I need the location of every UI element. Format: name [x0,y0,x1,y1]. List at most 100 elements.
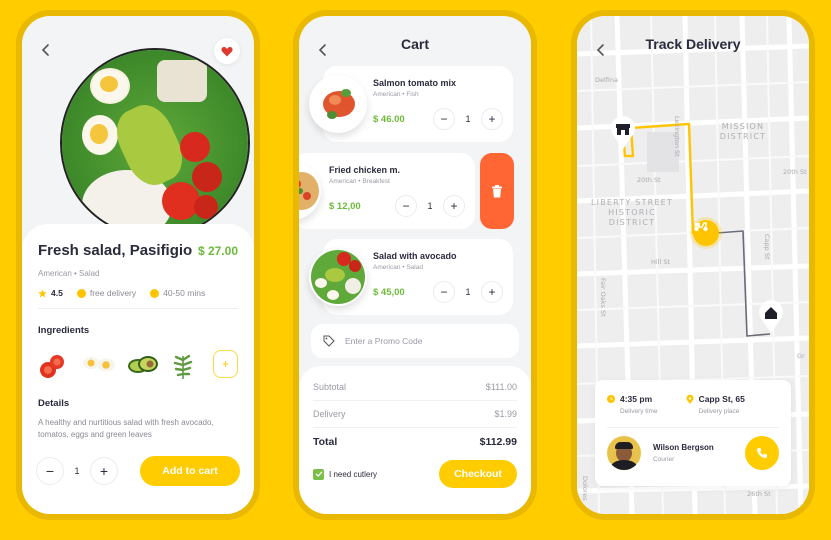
destination-pin[interactable] [757,300,785,334]
add-ingredient-button[interactable]: + [212,350,238,378]
quantity-value: 1 [74,466,80,476]
clock-icon [150,288,160,298]
product-category: American • Salad [38,269,100,278]
delivery-place-label: Delivery place [698,408,740,415]
increase-quantity-button[interactable]: + [481,281,503,303]
cutlery-label: I need cutlery [329,469,378,479]
product-screen: Fresh salad, Pasifigio $ 27.00 American … [22,16,254,514]
call-courier-button[interactable] [745,436,779,470]
delivery-info-card: 4:35 pm Delivery time Capp St, 65 Delive… [595,380,791,486]
promo-code-field[interactable] [311,324,519,358]
delivery-place-value: Capp St, 65 [698,394,745,404]
rating-value: 4.5 [51,288,63,298]
cart-item[interactable]: Fried chicken m. American • Breakfest $ … [299,153,475,229]
product-title: Fresh salad, Pasifigio [38,242,193,259]
delivery-time-value: 4:35 pm [620,394,653,404]
tracking-screen-frame: Delfina Lexington St MISSION DISTRICT 20… [571,10,815,520]
cart-item-price: $ 12,00 [329,201,361,212]
product-screen-frame: Fresh salad, Pasifigio $ 27.00 American … [16,10,260,520]
quantity-value: 1 [465,114,471,124]
total-label: Total [313,436,338,448]
delivery-place: Capp St, 65 Delivery place [686,394,745,415]
quantity-value: 1 [465,287,471,297]
delete-item-button[interactable] [480,153,514,229]
quantity-stepper: − 1 + [36,457,118,485]
ingredient-egg[interactable] [82,352,115,376]
rating: 4.5 [38,288,63,298]
delivery-time: 4:35 pm Delivery time [607,394,658,415]
increase-quantity-button[interactable]: + [443,195,465,217]
increase-quantity-button[interactable]: + [90,457,118,485]
cart-item[interactable]: Salad with avocado American • Salad $ 45… [309,239,513,315]
ingredients-heading: Ingredients [38,325,90,336]
arugula-icon [173,354,193,379]
store-icon [611,116,635,149]
courier-avatar [607,436,641,470]
product-price: $ 27.00 [197,244,238,258]
cart-item[interactable]: Salmon tomato mix American • Fish $ 46.0… [309,66,513,142]
map-label-capp-st: Capp St [763,234,771,260]
total-value: $112.99 [479,436,517,448]
cart-item-name: Salad with avocado [373,251,457,261]
delivery-label: Delivery [313,409,346,419]
ingredient-avocado[interactable] [126,352,158,376]
cart-item-category: American • Fish [373,91,419,98]
delivery-time-text: 40-50 mins [163,288,206,298]
decrease-quantity-button[interactable]: − [395,195,417,217]
cart-item-category: American • Breakfest [329,178,390,185]
cart-item-category: American • Salad [373,264,423,271]
add-to-cart-button[interactable]: Add to cart [140,456,240,486]
cart-item-name: Salmon tomato mix [373,78,457,88]
tomato-icon [40,355,64,378]
cart-screen: Cart Salmon tomato mix American • Fish $… [299,16,531,514]
ingredient-tomato[interactable] [38,352,68,378]
trash-icon [492,184,502,197]
tag-icon [323,335,335,347]
back-button[interactable] [38,42,54,58]
cutlery-option[interactable]: I need cutlery [313,468,378,480]
courier-name: Wilson Bergson [653,443,714,452]
quantity-stepper: − 1 + [433,108,503,130]
check-icon [315,471,322,477]
quantity-stepper: − 1 + [433,281,503,303]
egg-icon [83,357,115,372]
checkout-button[interactable]: Checkout [439,460,517,488]
scooter-icon [694,222,708,232]
location-pin-icon [686,394,694,404]
cart-item-price: $ 45,00 [373,287,405,298]
promo-code-input[interactable] [345,336,505,346]
delivery-icon [76,288,86,298]
decrease-quantity-button[interactable]: − [433,108,455,130]
heart-icon [221,46,233,56]
map-label-dolores: Dolores [581,476,589,501]
subtotal-value: $111.00 [485,382,517,392]
ingredients-list: + [38,350,238,379]
subtotal-label: Subtotal [313,382,347,392]
map-label-20th-st-east: 20th St [783,168,807,176]
increase-quantity-button[interactable]: + [481,108,503,130]
delivery-time-info: 40-50 mins [150,288,205,298]
map-label-gr: Gr [797,352,805,360]
cart-screen-frame: Cart Salmon tomato mix American • Fish $… [293,10,537,520]
star-icon [38,288,47,297]
courier-marker[interactable] [693,220,719,246]
map-label-hill-st: Hill St [651,258,671,266]
quantity-value: 1 [427,201,433,211]
decrease-quantity-button[interactable]: − [433,281,455,303]
details-heading: Details [38,398,70,409]
cart-item-price: $ 46.00 [373,114,405,125]
cart-item-name: Fried chicken m. [329,165,401,175]
map-label-20th-st: 20th St [637,176,661,184]
delivery-row: Delivery $1.99 [313,401,517,428]
tracking-screen: Delfina Lexington St MISSION DISTRICT 20… [577,16,809,514]
delivery-time-label: Delivery time [620,408,658,415]
map-label-mission-district: MISSION DISTRICT [719,122,767,141]
cutlery-checkbox[interactable] [313,468,324,480]
restaurant-pin[interactable] [609,116,637,150]
order-summary: Subtotal $111.00 Delivery $1.99 Total $1… [299,366,531,514]
avocado-salad-image [309,248,367,306]
map-label-fair-oaks-st: Fair Oaks St [599,278,607,317]
details-text: A healthy and nurtitious salad with fres… [38,418,214,439]
decrease-quantity-button[interactable]: − [36,457,64,485]
ingredient-arugula[interactable] [170,352,197,379]
